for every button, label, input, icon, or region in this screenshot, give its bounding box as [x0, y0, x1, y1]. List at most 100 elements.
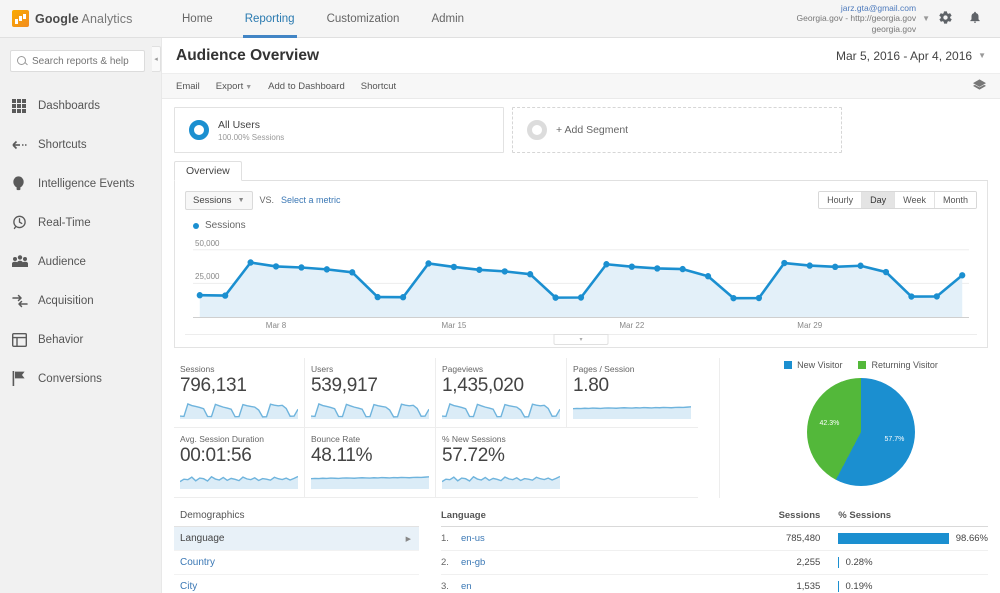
export-button[interactable]: Export▼	[216, 81, 252, 92]
tab-overview[interactable]: Overview	[174, 161, 242, 181]
sidebar-item-audience[interactable]: Audience	[0, 242, 155, 281]
chevron-down-icon: ▼	[978, 51, 986, 60]
metric-label: Bounce Rate	[311, 434, 427, 444]
add-to-dashboard-label: Add to Dashboard	[268, 81, 345, 92]
sidebar-item-intelligence-events[interactable]: Intelligence Events	[0, 164, 155, 203]
granularity-month[interactable]: Month	[935, 192, 976, 208]
metrics-zone: Sessions 796,131 Users 539,917 Pageviews…	[174, 358, 988, 498]
select-a-metric-link[interactable]: Select a metric	[281, 195, 341, 205]
share-icon[interactable]	[973, 79, 986, 94]
granularity-day[interactable]: Day	[862, 192, 895, 208]
table-row[interactable]: 3. en 1,535 0.19%	[441, 575, 988, 593]
row-link[interactable]: en-gb	[461, 557, 485, 568]
email-button[interactable]: Email	[176, 81, 200, 92]
nav-admin[interactable]: Admin	[415, 0, 480, 38]
metric-value: 48.11%	[311, 445, 427, 467]
metric-value: 00:01:56	[180, 445, 296, 467]
row-sessions: 2,255	[581, 551, 830, 575]
sidebar-collapse-toggle[interactable]: ◂	[152, 46, 161, 72]
sidebar-item-dashboards[interactable]: Dashboards	[0, 86, 155, 125]
metric-card-pages-per-session[interactable]: Pages / Session 1.80	[567, 358, 698, 428]
col-sessions[interactable]: Sessions	[581, 510, 830, 527]
x-axis-labels: Mar 8Mar 15Mar 22Mar 29	[193, 319, 969, 333]
sidebar-item-real-time[interactable]: Real-Time	[0, 203, 155, 242]
grid-icon	[12, 99, 38, 113]
col-language[interactable]: Language	[441, 510, 581, 527]
metric-card-avg-session-duration[interactable]: Avg. Session Duration 00:01:56	[174, 428, 305, 498]
sparkline-svg	[180, 400, 298, 419]
row-pct-cell: 0.19%	[830, 575, 988, 593]
row-link[interactable]: en-us	[461, 533, 485, 544]
demographics-item-city[interactable]: City	[174, 575, 419, 593]
metric-cards: Sessions 796,131 Users 539,917 Pageviews…	[174, 358, 719, 498]
account-area[interactable]: jarz.gta@gmail.com Georgia.gov - http://…	[797, 3, 1000, 35]
granularity-hourly[interactable]: Hourly	[819, 192, 862, 208]
gear-icon[interactable]	[930, 10, 960, 28]
chart-collapse-handle[interactable]: ▾	[554, 334, 609, 345]
demographics-header: Demographics	[174, 510, 419, 527]
metric-value: 796,131	[180, 375, 296, 397]
chart-panel: Sessions ▼ VS. Select a metric Hourly Da…	[174, 181, 988, 348]
col-pct-sessions[interactable]: % Sessions	[830, 510, 988, 527]
table-row[interactable]: 1. en-us 785,480 98.66%	[441, 527, 988, 551]
shortcut-label: Shortcut	[361, 81, 396, 92]
shortcut-button[interactable]: Shortcut	[361, 81, 396, 92]
nav-customization[interactable]: Customization	[311, 0, 416, 38]
brand-logo-area[interactable]: Google Analytics	[0, 10, 150, 27]
pie-slice-label-returning: 42.3%	[819, 420, 839, 427]
demographics-item-label: Language	[180, 533, 225, 544]
row-index: 2.	[441, 551, 461, 575]
date-range-picker[interactable]: Mar 5, 2016 - Apr 4, 2016 ▼	[836, 49, 986, 63]
row-name[interactable]: en-gb	[461, 551, 581, 575]
demographics-item-country[interactable]: Country	[174, 551, 419, 575]
y-axis-tick: 25,000	[195, 272, 219, 281]
sparkline-svg	[180, 470, 298, 489]
visitor-type-pie-chart[interactable]: 57.7% 42.3%	[807, 378, 915, 486]
sparkline-svg	[311, 400, 429, 419]
search-box[interactable]	[10, 50, 145, 72]
add-to-dashboard-button[interactable]: Add to Dashboard	[268, 81, 345, 92]
search-input[interactable]	[32, 56, 138, 67]
flag-icon	[12, 371, 38, 386]
sidebar-item-shortcuts[interactable]: Shortcuts	[0, 125, 155, 164]
nav-home[interactable]: Home	[166, 0, 229, 38]
granularity-week[interactable]: Week	[895, 192, 935, 208]
metric-controls-row: Sessions ▼ VS. Select a metric Hourly Da…	[185, 189, 977, 211]
segment-text: All Users 100.00% Sessions	[218, 118, 284, 141]
sessions-line-chart[interactable]: 25,000 50,000 Mar 8Mar 15Mar 22Mar 29	[185, 237, 977, 334]
sidebar-item-behavior[interactable]: Behavior	[0, 320, 155, 359]
metric-select[interactable]: Sessions ▼	[185, 191, 253, 210]
pct-wrap: 0.28%	[838, 557, 988, 568]
nav-reporting[interactable]: Reporting	[229, 0, 311, 38]
y-axis-tick: 50,000	[195, 239, 219, 248]
sparkline	[311, 400, 427, 419]
export-label: Export	[216, 81, 243, 92]
add-segment-button[interactable]: + Add Segment	[512, 107, 842, 153]
brand-text: Google Analytics	[35, 12, 132, 26]
sparkline-svg	[573, 400, 691, 419]
sidebar-item-conversions[interactable]: Conversions	[0, 359, 155, 398]
demographics-item-language[interactable]: Language ▶	[174, 527, 419, 551]
legend-label: Returning Visitor	[871, 360, 937, 370]
page-title: Audience Overview	[176, 47, 319, 65]
bell-icon[interactable]	[960, 10, 990, 27]
metric-card-bounce-rate[interactable]: Bounce Rate 48.11%	[305, 428, 436, 498]
chevron-down-icon[interactable]: ▼	[922, 14, 930, 23]
sparkline	[311, 470, 427, 489]
arrow-left-icon	[12, 139, 38, 151]
row-name[interactable]: en-us	[461, 527, 581, 551]
metric-card-pageviews[interactable]: Pageviews 1,435,020	[436, 358, 567, 428]
row-name[interactable]: en	[461, 575, 581, 593]
email-label: Email	[176, 81, 200, 92]
sidebar-item-acquisition[interactable]: Acquisition	[0, 281, 155, 320]
sidebar-item-label: Intelligence Events	[38, 178, 135, 190]
metric-card-sessions[interactable]: Sessions 796,131	[174, 358, 305, 428]
line-chart-svg	[193, 237, 969, 317]
vs-label: VS.	[260, 195, 275, 205]
x-axis-tick: Mar 8	[266, 321, 286, 330]
table-row[interactable]: 2. en-gb 2,255 0.28%	[441, 551, 988, 575]
metric-card-new-sessions[interactable]: % New Sessions 57.72%	[436, 428, 567, 498]
segment-all-users[interactable]: All Users 100.00% Sessions	[174, 107, 504, 153]
metric-card-users[interactable]: Users 539,917	[305, 358, 436, 428]
row-link[interactable]: en	[461, 581, 472, 592]
